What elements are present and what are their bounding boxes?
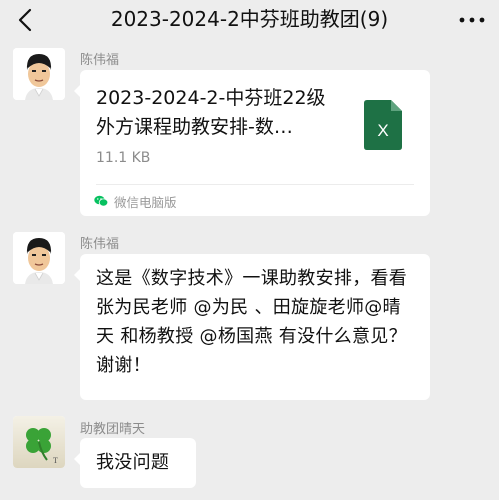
chat-header: 2023-2024-2中芬班助教团(9): [0, 0, 499, 40]
source-row: 微信电脑版: [94, 192, 177, 210]
avatar[interactable]: [13, 232, 65, 284]
source-label: 微信电脑版: [114, 194, 177, 210]
excel-letter: X: [377, 121, 388, 140]
text-bubble[interactable]: 这是《数字技术》一课助教安排，看看张为民老师 @为民 、田旋旋老师@晴天 和杨教…: [74, 254, 430, 400]
sender-name: 陈伟福: [80, 53, 120, 68]
message-file: 陈伟福 2023-2024-2-中芬班22级外方课程助教安排-数… 11.1 K…: [0, 44, 499, 216]
chevron-left-icon[interactable]: [14, 7, 40, 33]
avatar[interactable]: [13, 48, 65, 100]
clover-avatar-icon: T: [13, 416, 65, 468]
card-divider: [96, 184, 414, 185]
file-size: 11.1 KB: [96, 150, 151, 166]
svg-text:T: T: [53, 456, 58, 465]
avatar-cartoon-man-icon: [13, 48, 65, 100]
wechat-icon: [94, 195, 108, 207]
text-bubble[interactable]: 我没问题: [74, 438, 196, 488]
message-text-content: 我没问题: [96, 452, 170, 473]
excel-file-icon: X: [364, 100, 402, 150]
chat-title: 2023-2024-2中芬班助教团(9): [110, 7, 389, 31]
message-text: 陈伟福 这是《数字技术》一课助教安排，看看张为民老师 @为民 、田旋旋老师@晴天…: [0, 228, 499, 400]
message-text-content: 这是《数字技术》一课助教安排，看看张为民老师 @为民 、田旋旋老师@晴天 和杨教…: [96, 268, 408, 376]
message-text: T 助教团晴天 我没问题: [0, 412, 499, 500]
sender-name: 陈伟福: [80, 237, 120, 252]
file-card[interactable]: 2023-2024-2-中芬班22级外方课程助教安排-数… 11.1 KB X …: [74, 70, 430, 216]
avatar-cartoon-man-icon: [13, 232, 65, 284]
sender-name: 助教团晴天: [80, 422, 146, 437]
more-dots-icon[interactable]: [457, 8, 487, 32]
file-name: 2023-2024-2-中芬班22级外方课程助教安排-数…: [96, 87, 326, 138]
avatar[interactable]: T: [13, 416, 65, 468]
